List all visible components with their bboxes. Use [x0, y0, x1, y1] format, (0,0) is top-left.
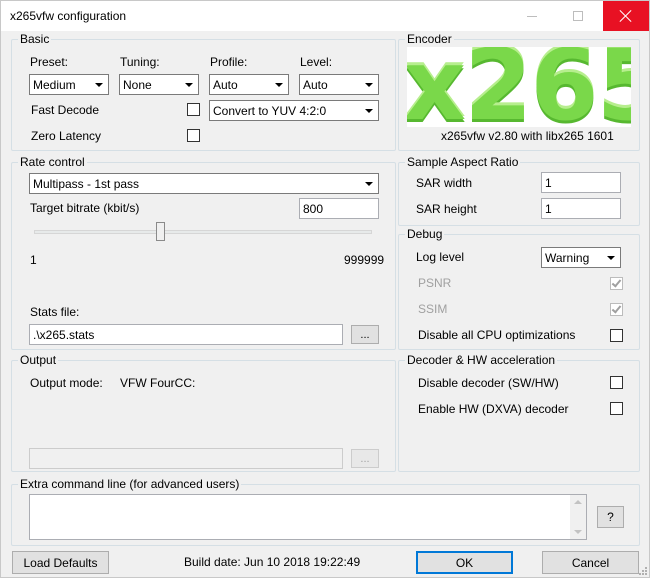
fast-decode-checkbox[interactable]	[187, 103, 200, 116]
sar-height-value: 1	[545, 202, 552, 216]
encoder-group-label: Encoder	[405, 32, 454, 46]
enable-hw-label: Enable HW (DXVA) decoder	[418, 402, 569, 416]
disable-decoder-checkbox[interactable]	[610, 376, 623, 389]
sar-width-input[interactable]: 1	[541, 172, 621, 193]
disable-cpu-label: Disable all CPU optimizations	[418, 328, 576, 342]
scroll-up-icon[interactable]	[574, 500, 582, 504]
psnr-checkbox[interactable]	[610, 277, 623, 290]
output-mode-label: Output mode:	[30, 376, 103, 390]
sar-group-label: Sample Aspect Ratio	[405, 155, 521, 169]
ssim-label: SSIM	[418, 302, 448, 316]
ok-button[interactable]: OK	[416, 551, 513, 574]
zero-latency-checkbox[interactable]	[187, 129, 200, 142]
tuning-label: Tuning:	[120, 55, 160, 69]
stats-browse-label: ...	[360, 328, 370, 341]
disable-cpu-checkbox[interactable]	[610, 329, 623, 342]
preset-value: Medium	[33, 78, 76, 92]
sar-height-label: SAR height	[416, 202, 477, 216]
chevron-down-icon[interactable]	[360, 76, 377, 93]
checkmark-icon	[611, 303, 622, 314]
chevron-down-icon[interactable]	[270, 76, 287, 93]
stats-file-label: Stats file:	[30, 305, 80, 319]
preset-label: Preset:	[30, 55, 69, 69]
x265-logo: x265	[407, 47, 631, 127]
extra-cmd-scrollbar[interactable]	[570, 495, 586, 539]
preset-select[interactable]: Medium	[29, 74, 109, 95]
maximize-icon	[573, 11, 583, 21]
config-dialog: x265vfw configuration Basic Preset: Medi…	[0, 0, 650, 578]
help-label: ?	[607, 510, 614, 524]
ssim-checkbox[interactable]	[610, 303, 623, 316]
log-level-value: Warning	[545, 251, 590, 265]
sar-height-input[interactable]: 1	[541, 198, 621, 219]
stats-file-input[interactable]: .\x265.stats	[29, 324, 343, 345]
chevron-down-icon[interactable]	[360, 175, 377, 192]
tuning-value: None	[123, 78, 152, 92]
stats-file-value: .\x265.stats	[33, 328, 95, 342]
sar-width-value: 1	[545, 176, 552, 190]
output-group-label: Output	[18, 353, 59, 367]
title-bar[interactable]: x265vfw configuration	[1, 1, 649, 31]
disable-decoder-label: Disable decoder (SW/HW)	[418, 376, 559, 390]
scroll-down-icon[interactable]	[574, 530, 582, 534]
cancel-label: Cancel	[571, 555, 610, 570]
slider-min-label: 1	[30, 253, 37, 267]
log-level-select[interactable]: Warning	[541, 247, 621, 268]
bitrate-label: Target bitrate (kbit/s)	[30, 201, 140, 215]
cancel-button[interactable]: Cancel	[542, 551, 639, 574]
resize-grip-icon[interactable]	[637, 565, 647, 575]
logo-text: x265	[407, 47, 631, 127]
output-browse-label: ...	[360, 452, 370, 465]
level-select[interactable]: Auto	[299, 74, 379, 95]
maximize-button[interactable]	[555, 1, 601, 31]
sar-width-label: SAR width	[416, 176, 473, 190]
basic-group-label: Basic	[18, 32, 52, 46]
profile-select[interactable]: Auto	[209, 74, 289, 95]
minimize-icon	[527, 15, 537, 17]
window-title: x265vfw configuration	[10, 9, 127, 23]
output-browse-button[interactable]: ...	[351, 449, 379, 468]
profile-label: Profile:	[210, 55, 248, 69]
psnr-label: PSNR	[418, 276, 452, 290]
close-icon	[619, 9, 633, 23]
profile-value: Auto	[213, 78, 238, 92]
debug-group-label: Debug	[405, 227, 445, 241]
rate-mode-select[interactable]: Multipass - 1st pass	[29, 173, 379, 194]
ok-label: OK	[455, 555, 474, 570]
bitrate-slider-track[interactable]	[34, 230, 372, 234]
stats-browse-button[interactable]: ...	[351, 325, 379, 344]
enable-hw-checkbox[interactable]	[610, 402, 623, 415]
level-label: Level:	[300, 55, 333, 69]
version-text: x265vfw v2.80 with libx265 1601	[441, 129, 614, 143]
chevron-down-icon[interactable]	[360, 102, 377, 119]
minimize-button[interactable]	[509, 1, 555, 31]
chevron-down-icon[interactable]	[602, 249, 619, 266]
bitrate-value: 800	[303, 202, 324, 216]
tuning-select[interactable]: None	[119, 74, 199, 95]
level-value: Auto	[303, 78, 328, 92]
slider-max-label: 999999	[344, 253, 385, 267]
log-level-label: Log level	[416, 250, 465, 264]
output-path-input[interactable]	[29, 448, 343, 469]
rate-mode-value: Multipass - 1st pass	[33, 177, 140, 191]
checkmark-icon	[611, 277, 622, 288]
colorspace-select[interactable]: Convert to YUV 4:2:0	[209, 100, 379, 121]
chevron-down-icon[interactable]	[90, 76, 107, 93]
close-button[interactable]	[603, 1, 649, 31]
chevron-down-icon[interactable]	[180, 76, 197, 93]
colorspace-value: Convert to YUV 4:2:0	[213, 104, 327, 118]
zero-latency-label: Zero Latency	[31, 129, 102, 143]
extra-cmd-group-label: Extra command line (for advanced users)	[18, 477, 242, 491]
extra-cmd-textarea[interactable]	[29, 494, 587, 540]
load-defaults-button[interactable]: Load Defaults	[12, 551, 109, 574]
fast-decode-label: Fast Decode	[31, 103, 100, 117]
rate-control-group-label: Rate control	[18, 155, 87, 169]
decoder-group-label: Decoder & HW acceleration	[405, 353, 558, 367]
bitrate-slider-thumb[interactable]	[156, 222, 165, 241]
help-button[interactable]: ?	[597, 506, 624, 528]
build-date: Build date: Jun 10 2018 19:22:49	[184, 555, 361, 569]
fourcc-label: VFW FourCC:	[120, 376, 196, 390]
load-defaults-label: Load Defaults	[23, 555, 98, 570]
bitrate-input[interactable]: 800	[299, 198, 379, 219]
